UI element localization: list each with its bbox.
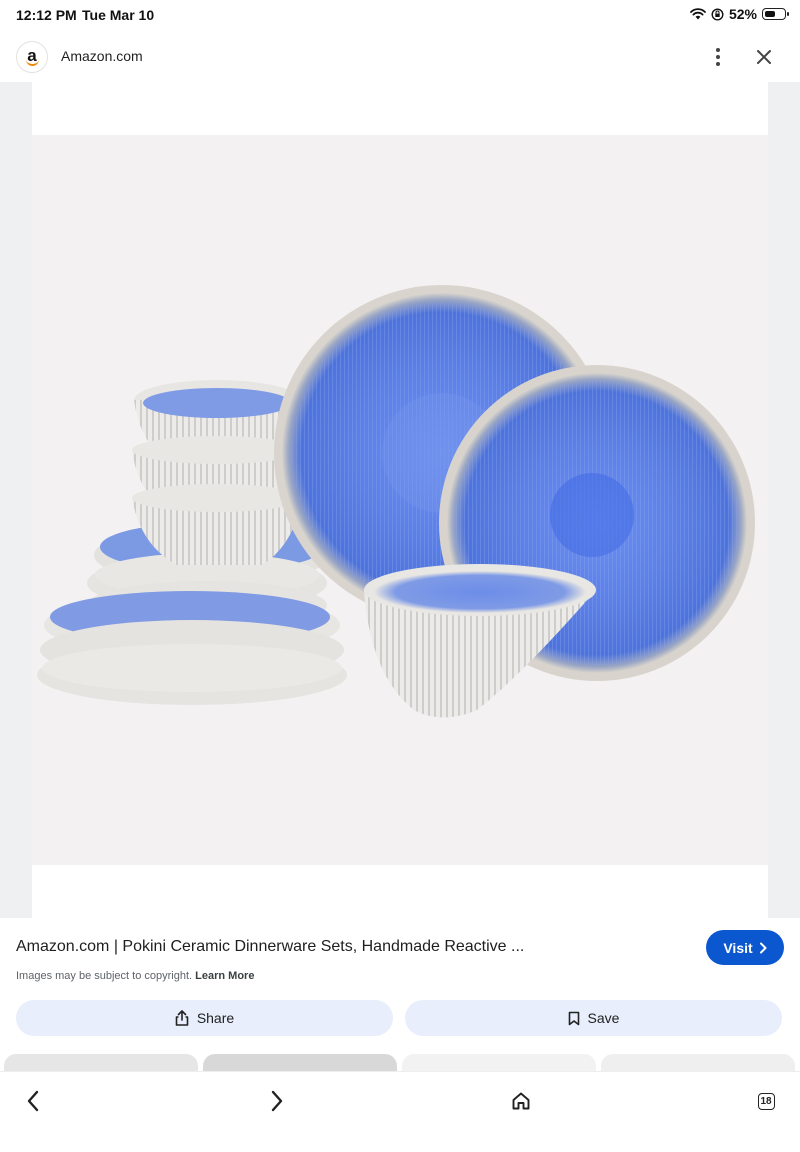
battery-percent: 52% [728,6,757,22]
tabs-button[interactable]: 18 [751,1086,781,1116]
save-button[interactable]: Save [405,1000,782,1036]
close-icon [757,50,771,64]
share-label: Share [196,1010,235,1026]
status-bar: 12:12 PM Tue Mar 10 52% [0,0,800,32]
visit-button[interactable]: Visit [706,930,784,965]
site-name[interactable]: Amazon.com [61,48,143,64]
forward-icon [271,1090,283,1112]
home-button[interactable] [506,1086,536,1116]
status-date: Tue Mar 10 [82,7,155,23]
more-options-button[interactable] [706,44,730,70]
tabs-icon: 18 [757,1092,775,1110]
status-time: 12:12 PM [16,7,77,23]
forward-button[interactable] [262,1086,292,1116]
chevron-right-icon [759,942,767,953]
product-image[interactable] [32,135,768,865]
close-button[interactable] [752,45,776,69]
orientation-lock-icon [711,7,724,21]
battery-icon [762,8,789,20]
learn-more-link[interactable]: Learn More [195,970,254,982]
status-right: 52% [690,6,789,22]
viewer-header: a Amazon.com [0,32,800,82]
copyright-notice: Images may be subject to copyright. Lear… [16,970,255,982]
home-icon [512,1092,530,1110]
more-vert-icon [716,48,720,52]
image-viewer[interactable] [0,82,800,918]
related-thumbnails [0,1054,800,1084]
back-icon [27,1090,39,1112]
share-icon [175,1010,189,1026]
dinnerware-set-image [37,285,755,718]
image-card [32,82,768,918]
share-button[interactable]: Share [16,1000,393,1036]
visit-label: Visit [723,939,753,956]
back-button[interactable] [18,1086,48,1116]
browser-toolbar: 18 [0,1072,800,1152]
wifi-icon [690,8,706,20]
result-info-panel: Amazon.com | Pokini Ceramic Dinnerware S… [0,918,800,1084]
amazon-logo-icon: a [16,41,48,73]
save-label: Save [587,1010,620,1026]
bookmark-icon [568,1011,579,1025]
result-title[interactable]: Amazon.com | Pokini Ceramic Dinnerware S… [16,938,524,956]
